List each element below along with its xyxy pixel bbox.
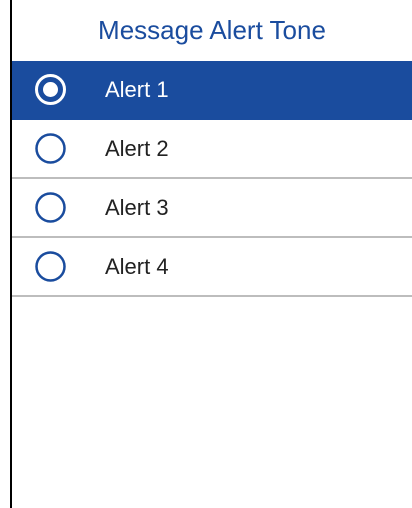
- alert-tone-list: Alert 1 Alert 2 Alert 3 Alert 4: [12, 61, 412, 297]
- radio-unselected-icon: [34, 132, 67, 165]
- radio-unselected-icon: [34, 191, 67, 224]
- alert-tone-screen: Message Alert Tone Alert 1 Alert 2 Alert…: [10, 0, 412, 508]
- alert-option-label: Alert 2: [105, 135, 169, 161]
- alert-option-1[interactable]: Alert 1: [12, 61, 412, 120]
- radio-selected-icon: [34, 73, 67, 106]
- alert-option-label: Alert 4: [105, 253, 169, 279]
- alert-option-label: Alert 3: [105, 194, 169, 220]
- alert-option-label: Alert 1: [105, 76, 169, 102]
- alert-option-2[interactable]: Alert 2: [12, 120, 412, 179]
- page-title: Message Alert Tone: [98, 15, 326, 45]
- alert-option-3[interactable]: Alert 3: [12, 179, 412, 238]
- alert-option-4[interactable]: Alert 4: [12, 238, 412, 297]
- radio-unselected-icon: [34, 250, 67, 283]
